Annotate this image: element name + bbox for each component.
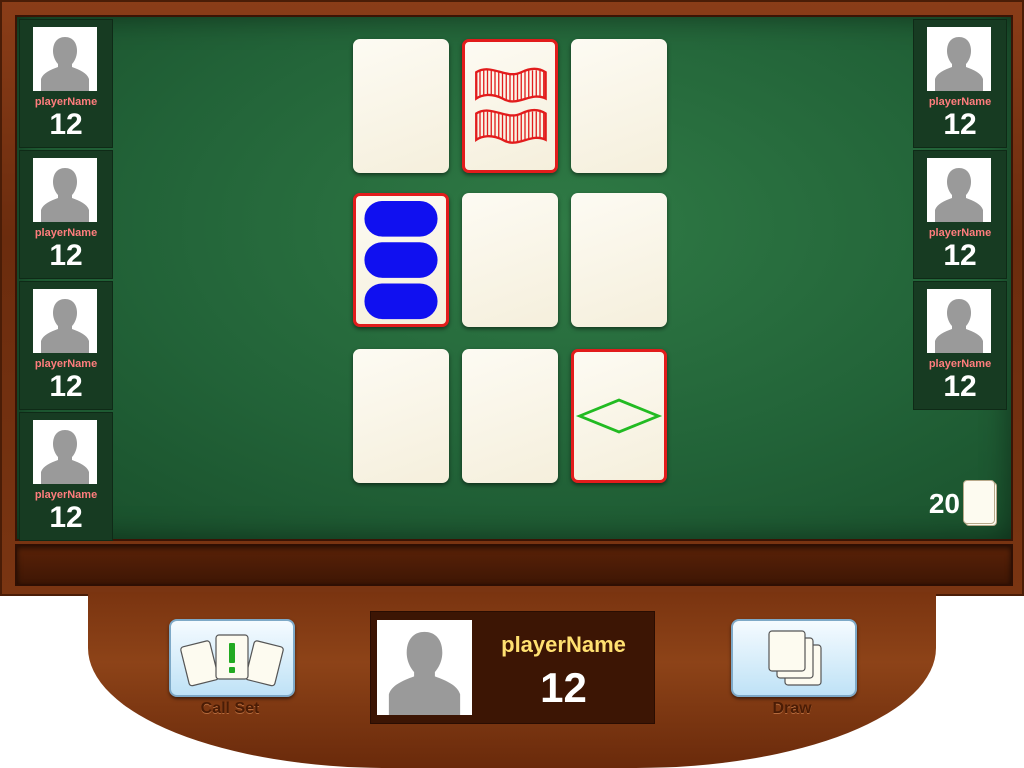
- opponents-right: playerName 12 playerName 12 playerName 1…: [913, 19, 1007, 412]
- opponent-slot: playerName 12: [913, 150, 1007, 279]
- board-card[interactable]: [353, 193, 449, 327]
- opponent-slot: playerName 12: [19, 19, 113, 148]
- opponent-score: 12: [49, 501, 83, 534]
- draw-label: Draw: [772, 700, 812, 717]
- draw-button[interactable]: [731, 619, 857, 697]
- opponent-name: playerName: [34, 358, 98, 370]
- board-card[interactable]: [571, 193, 667, 327]
- board-card[interactable]: [462, 39, 558, 173]
- opponent-score: 12: [49, 370, 83, 403]
- current-player-name: playerName: [501, 632, 626, 657]
- opponent-score: 12: [49, 239, 83, 272]
- current-player-score: 12: [540, 664, 587, 711]
- avatar-icon: [377, 620, 472, 715]
- opponent-slot: playerName 12: [19, 281, 113, 410]
- call-set-label: Call Set: [200, 700, 260, 717]
- squiggle-icon: [475, 67, 547, 144]
- opponent-name: playerName: [928, 227, 992, 239]
- board-card[interactable]: [353, 39, 449, 173]
- board-card[interactable]: [462, 349, 558, 483]
- oval-icon: [364, 200, 438, 320]
- opponent-name: playerName: [928, 358, 992, 370]
- board-card[interactable]: [462, 193, 558, 327]
- opponent-score: 12: [943, 370, 977, 403]
- current-player-panel: playerName 12: [370, 611, 655, 724]
- opponent-score: 12: [943, 239, 977, 272]
- avatar-icon: [33, 289, 97, 353]
- opponent-name: playerName: [34, 96, 98, 108]
- call-set-icon: [180, 634, 284, 687]
- opponent-name: playerName: [34, 489, 98, 501]
- board-card[interactable]: [571, 349, 667, 483]
- avatar-icon: [33, 420, 97, 484]
- avatar-icon: [927, 289, 991, 353]
- board-card[interactable]: [353, 349, 449, 483]
- opponent-slot: playerName 12: [913, 281, 1007, 410]
- table-rail: [15, 544, 1013, 586]
- call-set-button[interactable]: [169, 619, 295, 697]
- opponent-slot: playerName 12: [19, 150, 113, 279]
- opponent-name: playerName: [34, 227, 98, 239]
- avatar-icon: [33, 27, 97, 91]
- opponent-slot: playerName 12: [19, 412, 113, 541]
- diamond-icon: [575, 398, 663, 434]
- avatar-icon: [927, 27, 991, 91]
- opponent-slot: playerName 12: [913, 19, 1007, 148]
- deck-icon: [963, 480, 997, 526]
- board-card[interactable]: [571, 39, 667, 173]
- deck-count: 20: [928, 488, 960, 519]
- avatar-icon: [927, 158, 991, 222]
- opponent-score: 12: [49, 108, 83, 141]
- draw-icon: [768, 630, 822, 686]
- opponent-score: 12: [943, 108, 977, 141]
- avatar-icon: [33, 158, 97, 222]
- opponent-name: playerName: [928, 96, 992, 108]
- opponents-left: playerName 12 playerName 12 playerName 1…: [19, 19, 113, 543]
